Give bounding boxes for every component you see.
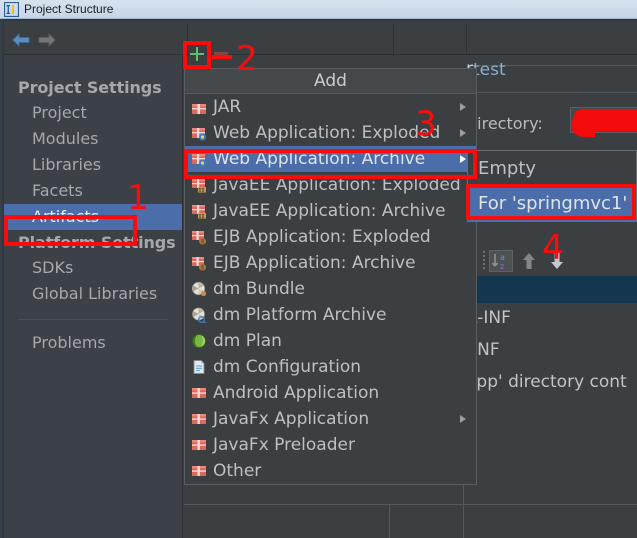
javafx-package-icon — [191, 411, 207, 427]
web-archive-submenu: Empty For 'springmvc1' — [467, 150, 637, 222]
dm-platform-icon — [191, 307, 207, 324]
menu-item-javafx-preloader[interactable]: JavaFx Preloader — [185, 432, 476, 458]
annotation-dash-2 — [212, 55, 232, 59]
menu-item-label: JavaFx Preloader — [213, 435, 355, 455]
sidebar-item-modules[interactable]: Modules — [4, 126, 182, 152]
sidebar-item-facets[interactable]: Facets — [4, 178, 182, 204]
javaee-package-icon — [191, 203, 207, 219]
sidebar-item-libraries[interactable]: Libraries — [4, 152, 182, 178]
chevron-right-icon — [460, 155, 466, 163]
add-artifact-button[interactable] — [187, 44, 207, 64]
svg-text:a: a — [500, 253, 505, 262]
sidebar-item-project[interactable]: Project — [4, 100, 182, 126]
javaee-package-icon — [191, 177, 207, 193]
web-package-icon — [191, 125, 207, 141]
menu-item-label: EJB Application: Archive — [213, 253, 416, 273]
toolbar-separator-3 — [466, 23, 467, 56]
chevron-right-icon — [460, 415, 466, 423]
window-titlebar: Project Structure — [0, 0, 637, 19]
jar-package-icon — [191, 99, 207, 115]
sort-az-icon[interactable]: a z — [489, 250, 513, 272]
ejb-package-icon — [191, 255, 207, 271]
dialog-toolbar — [4, 21, 637, 56]
menu-item-javaee-application-archive[interactable]: JavaEE Application: Archive — [185, 198, 476, 224]
menu-item-label: JavaEE Application: Archive — [213, 201, 446, 221]
other-package-icon — [191, 463, 207, 479]
menu-item-label: dm Bundle — [213, 279, 305, 299]
toolbar-separator-2 — [393, 23, 394, 56]
dm-config-icon — [191, 359, 207, 375]
sidebar-item-problems[interactable]: Problems — [4, 330, 182, 356]
dm-bundle-icon — [191, 281, 207, 297]
artifact-tab-label: test — [473, 60, 506, 80]
menu-item-web-application-archive[interactable]: Web Application: Archive — [185, 146, 476, 172]
menu-item-label: JavaFx Application — [213, 409, 370, 429]
sidebar-group-platform-settings: Platform Settings — [18, 233, 176, 252]
submenu-item-label: Empty — [478, 158, 537, 179]
ejb-package-icon — [191, 229, 207, 245]
bottom-divider-vertical — [389, 504, 390, 538]
window-title: Project Structure — [24, 2, 114, 16]
menu-item-label: JavaEE Application: Exploded — [213, 175, 461, 195]
menu-item-dm-configuration[interactable]: dm Configuration — [185, 354, 476, 380]
android-package-icon — [191, 385, 207, 401]
menu-item-dm-platform-archive[interactable]: dm Platform Archive — [185, 302, 476, 328]
settings-sidebar: Project Settings Project Modules Librari… — [4, 55, 183, 538]
arrow-up-icon[interactable] — [521, 252, 537, 270]
menu-item-label: Android Application — [213, 383, 380, 403]
output-directory-label: directory: — [467, 114, 543, 133]
menu-item-label: dm Platform Archive — [213, 305, 387, 325]
menu-item-web-application-exploded[interactable]: Web Application: Exploded — [185, 120, 476, 146]
arrow-left-icon[interactable] — [12, 32, 30, 47]
redaction-overlay-blob — [571, 115, 595, 137]
menu-item-label: dm Plan — [213, 331, 282, 351]
menu-item-other[interactable]: Other — [185, 458, 476, 484]
menu-item-ejb-application-archive[interactable]: EJB Application: Archive — [185, 250, 476, 276]
menu-item-dm-bundle[interactable]: dm Bundle — [185, 276, 476, 302]
arrow-down-icon[interactable] — [549, 252, 565, 270]
chevron-right-icon — [460, 129, 466, 137]
menu-item-javaee-application-exploded[interactable]: JavaEE Application: Exploded — [185, 172, 476, 198]
menu-item-label: dm Configuration — [213, 357, 362, 377]
menu-item-label: Other — [213, 461, 262, 481]
intellij-idea-icon — [3, 1, 20, 17]
sidebar-divider — [18, 319, 168, 320]
menu-item-jar[interactable]: JAR — [185, 94, 476, 120]
javafx-package-icon — [191, 437, 207, 453]
svg-text:z: z — [500, 262, 504, 271]
menu-item-label: EJB Application: Exploded — [213, 227, 431, 247]
web-package-icon — [191, 151, 207, 167]
menu-item-label: Web Application: Exploded — [213, 123, 441, 143]
artifact-details-panel: test directory: a z A-INF -INF app' dire… — [463, 55, 637, 538]
artifact-structure-toolbar: a z — [463, 248, 637, 274]
artifact-tree-selected-row[interactable] — [463, 276, 637, 303]
menu-item-label: Web Application: Archive — [213, 149, 426, 169]
drag-handle[interactable] — [483, 251, 485, 271]
submenu-item-empty[interactable]: Empty — [468, 151, 636, 186]
menu-item-android-application[interactable]: Android Application — [185, 380, 476, 406]
add-artifact-menu: Add JAR Web Application: Exploded Web Ap… — [184, 68, 477, 485]
arrow-right-icon — [38, 32, 56, 47]
project-structure-dialog: Project Settings Project Modules Librari… — [0, 19, 637, 538]
chevron-right-icon — [460, 103, 466, 111]
menu-item-label: JAR — [213, 97, 242, 117]
menu-item-ejb-application-exploded[interactable]: EJB Application: Exploded — [185, 224, 476, 250]
add-menu-header: Add — [185, 69, 476, 94]
sidebar-group-project-settings: Project Settings — [18, 78, 162, 97]
bottom-divider-horizontal — [184, 504, 637, 505]
sidebar-item-artifacts[interactable]: Artifacts — [4, 204, 182, 230]
dm-plan-icon — [191, 333, 207, 349]
sidebar-item-sdks[interactable]: SDKs — [4, 255, 182, 281]
submenu-item-for-springmvc1[interactable]: For 'springmvc1' — [468, 186, 636, 221]
artifact-tree-item[interactable]: app' directory cont — [466, 372, 627, 392]
menu-item-javafx-application[interactable]: JavaFx Application — [185, 406, 476, 432]
menu-item-dm-plan[interactable]: dm Plan — [185, 328, 476, 354]
sidebar-item-global-libraries[interactable]: Global Libraries — [4, 281, 182, 307]
submenu-item-label: For 'springmvc1' — [478, 193, 628, 214]
